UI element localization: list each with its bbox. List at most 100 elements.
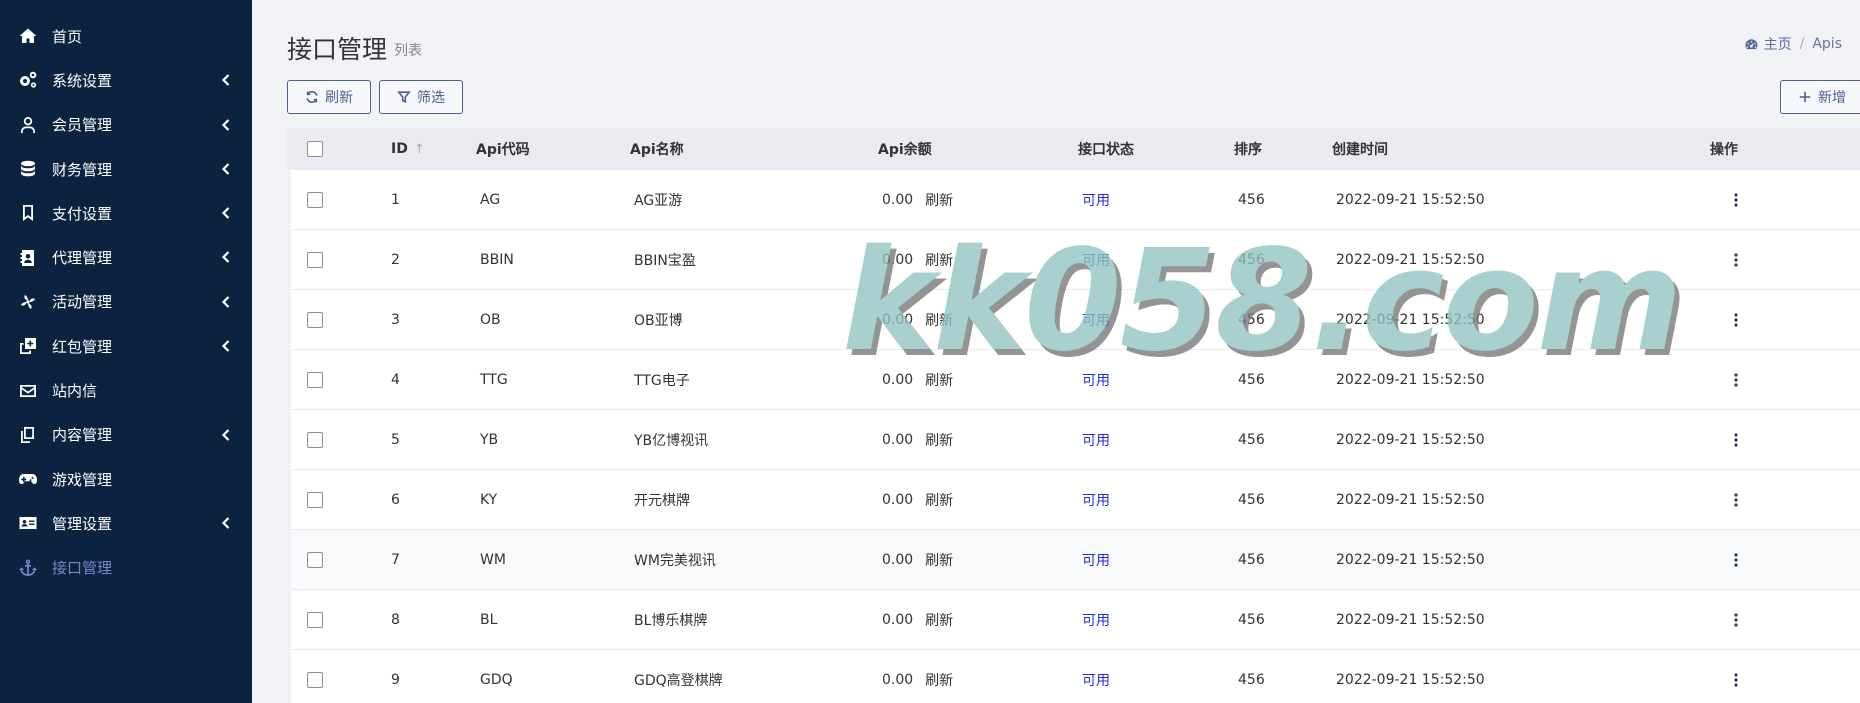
cell-actions bbox=[1714, 290, 1814, 349]
cell-balance: 0.00 刷新 bbox=[882, 590, 1082, 649]
balance-refresh-link[interactable]: 刷新 bbox=[925, 550, 953, 570]
select-all-checkbox[interactable] bbox=[307, 141, 323, 157]
header-select-all[interactable] bbox=[287, 128, 370, 170]
row-select[interactable] bbox=[291, 590, 374, 649]
cell-sort: 456 bbox=[1238, 170, 1336, 229]
sidebar-item-7[interactable]: 红包管理 bbox=[0, 324, 252, 368]
sidebar-item-6[interactable]: 活动管理 bbox=[0, 280, 252, 324]
row-select[interactable] bbox=[291, 530, 374, 589]
row-checkbox[interactable] bbox=[307, 431, 323, 448]
more-actions-icon[interactable] bbox=[1726, 610, 1746, 630]
sidebar-item-11[interactable]: 管理设置 bbox=[0, 501, 252, 545]
more-actions-icon[interactable] bbox=[1726, 430, 1746, 450]
cell-code: WM bbox=[480, 530, 634, 589]
more-actions-icon[interactable] bbox=[1726, 670, 1746, 690]
cell-name-value: YB亿博视讯 bbox=[634, 432, 709, 449]
pinwheel-icon bbox=[16, 290, 40, 314]
cell-code: KY bbox=[480, 470, 634, 529]
cell-status-value: 可用 bbox=[1082, 192, 1110, 209]
cell-balance-value: 0.00 bbox=[882, 311, 914, 328]
row-select[interactable] bbox=[291, 470, 374, 529]
sidebar: 首页 系统设置 会员管理 财务管理 支付设置 代理管理 活动管理 红包管理 站内信 内容管理 游戏管… bbox=[0, 0, 252, 703]
filter-button-label: 筛选 bbox=[417, 90, 445, 106]
balance-refresh-link[interactable]: 刷新 bbox=[925, 610, 953, 630]
balance-refresh-link[interactable]: 刷新 bbox=[925, 250, 953, 270]
filter-button[interactable]: 筛选 bbox=[379, 80, 463, 114]
more-actions-icon[interactable] bbox=[1726, 310, 1746, 330]
more-actions-icon[interactable] bbox=[1726, 490, 1746, 510]
refresh-button[interactable]: 刷新 bbox=[287, 80, 371, 114]
cell-created-value: 2022-09-21 15:52:50 bbox=[1336, 611, 1485, 628]
add-button[interactable]: 新增 bbox=[1780, 80, 1860, 114]
row-select[interactable] bbox=[291, 350, 374, 409]
more-actions-icon[interactable] bbox=[1726, 250, 1746, 270]
cell-status-value: 可用 bbox=[1082, 612, 1110, 629]
cell-sort: 456 bbox=[1238, 650, 1336, 703]
breadcrumb-current: Apis bbox=[1812, 36, 1842, 52]
chevron-left-icon bbox=[218, 249, 234, 265]
cell-created-value: 2022-09-21 15:52:50 bbox=[1336, 551, 1485, 568]
row-checkbox[interactable] bbox=[307, 491, 323, 508]
cell-status: 可用 bbox=[1082, 350, 1238, 409]
sidebar-item-12[interactable]: 接口管理 bbox=[0, 546, 252, 590]
row-checkbox[interactable] bbox=[307, 371, 323, 388]
sidebar-item-8[interactable]: 站内信 bbox=[0, 368, 252, 412]
row-checkbox[interactable] bbox=[307, 311, 323, 328]
more-actions-icon[interactable] bbox=[1726, 190, 1746, 210]
user-icon bbox=[16, 113, 40, 137]
copy-icon bbox=[16, 423, 40, 447]
refresh-button-label: 刷新 bbox=[325, 90, 353, 106]
header-id[interactable]: ID ↑ bbox=[370, 128, 476, 170]
balance-refresh-link[interactable]: 刷新 bbox=[925, 310, 953, 330]
cell-id: 8 bbox=[374, 590, 480, 649]
table-row: 5 YB YB亿博视讯 0.00 刷新 可用 456 2022-09-21 15:52:50 bbox=[291, 410, 1860, 470]
balance-refresh-link[interactable]: 刷新 bbox=[925, 670, 953, 690]
cell-code: BL bbox=[480, 590, 634, 649]
sidebar-item-1[interactable]: 系统设置 bbox=[0, 58, 252, 102]
sidebar-item-3[interactable]: 财务管理 bbox=[0, 147, 252, 191]
row-checkbox[interactable] bbox=[307, 671, 323, 688]
bookmark-icon bbox=[16, 201, 40, 225]
header-created-label: 创建时间 bbox=[1332, 142, 1388, 158]
sidebar-item-10[interactable]: 游戏管理 bbox=[0, 457, 252, 501]
breadcrumb-home[interactable]: 主页 bbox=[1744, 34, 1792, 54]
more-actions-icon[interactable] bbox=[1726, 370, 1746, 390]
balance-refresh-link[interactable]: 刷新 bbox=[925, 430, 953, 450]
cell-balance-value: 0.00 bbox=[882, 671, 914, 688]
header-status-label: 接口状态 bbox=[1078, 142, 1134, 158]
cell-id-value: 4 bbox=[391, 371, 400, 388]
cell-sort-value: 456 bbox=[1238, 431, 1265, 448]
row-select[interactable] bbox=[291, 290, 374, 349]
row-select[interactable] bbox=[291, 170, 374, 229]
sidebar-item-9[interactable]: 内容管理 bbox=[0, 413, 252, 457]
sidebar-item-5[interactable]: 代理管理 bbox=[0, 235, 252, 279]
cell-created: 2022-09-21 15:52:50 bbox=[1336, 650, 1714, 703]
balance-refresh-link[interactable]: 刷新 bbox=[925, 190, 953, 210]
sidebar-item-0[interactable]: 首页 bbox=[0, 14, 252, 58]
page-title: 接口管理 bbox=[287, 35, 388, 64]
cell-id-value: 5 bbox=[391, 431, 400, 448]
breadcrumb-home-label[interactable]: 主页 bbox=[1764, 34, 1792, 54]
page-header: 接口管理 列表 主页 / Apis bbox=[252, 0, 1860, 76]
cell-balance-value: 0.00 bbox=[882, 431, 914, 448]
row-select[interactable] bbox=[291, 650, 374, 703]
row-checkbox[interactable] bbox=[307, 551, 323, 568]
row-checkbox[interactable] bbox=[307, 251, 323, 268]
sort-arrow-icon[interactable]: ↑ bbox=[414, 142, 425, 157]
balance-refresh-link[interactable]: 刷新 bbox=[925, 490, 953, 510]
cell-id: 7 bbox=[374, 530, 480, 589]
row-checkbox[interactable] bbox=[307, 611, 323, 628]
row-checkbox[interactable] bbox=[307, 191, 323, 208]
cell-created: 2022-09-21 15:52:50 bbox=[1336, 410, 1714, 469]
sidebar-item-2[interactable]: 会员管理 bbox=[0, 103, 252, 147]
sidebar-item-4[interactable]: 支付设置 bbox=[0, 191, 252, 235]
row-select[interactable] bbox=[291, 230, 374, 289]
balance-refresh-link[interactable]: 刷新 bbox=[925, 370, 953, 390]
cell-created-value: 2022-09-21 15:52:50 bbox=[1336, 371, 1485, 388]
cell-sort: 456 bbox=[1238, 470, 1336, 529]
table-row: 9 GDQ GDQ高登棋牌 0.00 刷新 可用 456 2022-09-21 15:52:5… bbox=[291, 650, 1860, 703]
filter-icon bbox=[397, 90, 411, 104]
anchor-icon bbox=[16, 556, 40, 580]
more-actions-icon[interactable] bbox=[1726, 550, 1746, 570]
row-select[interactable] bbox=[291, 410, 374, 469]
